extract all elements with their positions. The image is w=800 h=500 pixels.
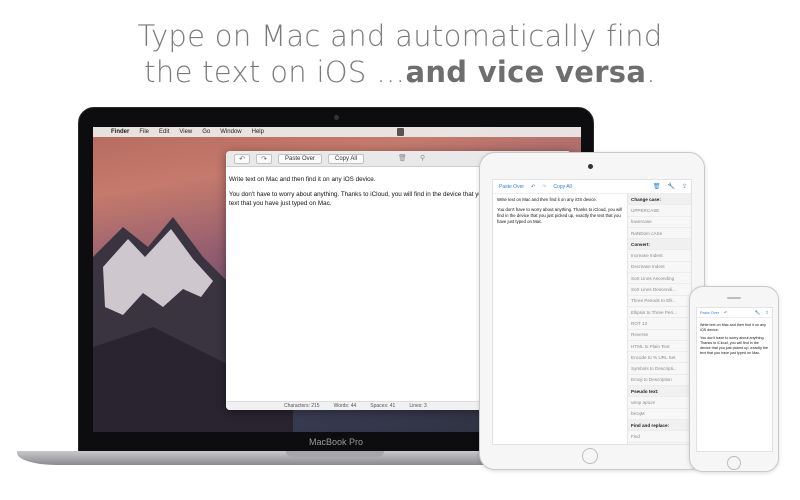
sidebar-action-item[interactable]: uɐop ǝpoɔɐ (628, 397, 691, 409)
status-words: Words: 44 (333, 403, 357, 409)
sidebar-action-item[interactable]: RaNDom cASe (628, 228, 691, 240)
sidebar-action-item[interactable]: Sort Lines Ascending (628, 273, 691, 285)
redo-icon[interactable]: ↷ (256, 153, 272, 164)
headline-line-2-prefix: the text on iOS … (144, 55, 406, 89)
status-lines: Lines: 3 (409, 403, 427, 409)
copy-all-button[interactable]: Copy All (328, 153, 365, 164)
iphone-toolbar: Paste Over ↶ 🔧 ⇪ (697, 308, 772, 318)
search-icon[interactable]: ⚲ (420, 154, 425, 162)
ipad-screen: Paste Over ↶ ↷ Copy All 🗑 🔧 ⇪ Write text… (492, 179, 692, 445)
ipad-camera (588, 164, 593, 169)
status-spaces: Spaces: 41 (370, 403, 396, 409)
sidebar-action-item[interactable]: bɐɔʞM (628, 409, 691, 420)
ipad-actions-sidebar: Change case: UPPERCASE lowercase RaNDom cAS… (627, 194, 691, 444)
iphone-paste-over-button[interactable]: Paste Over (700, 311, 719, 315)
menu-item-help[interactable]: Help (252, 129, 264, 135)
headline-line-1: Type on Mac and automatically find (137, 19, 663, 53)
ipad-wrench-icon[interactable]: 🔧 (667, 183, 674, 190)
sidebar-action-item[interactable]: Three Periods to Elli... (628, 296, 691, 307)
ipad-copy-all-button[interactable]: Copy All (553, 184, 571, 190)
headline-line-2-bold: and vice versa (405, 55, 647, 89)
sidebar-action-item[interactable]: Reverse (628, 330, 691, 341)
ipad: Paste Over ↶ ↷ Copy All 🗑 🔧 ⇪ Write text… (479, 152, 705, 470)
sidebar-action-item[interactable]: UPPERCASE (628, 205, 691, 217)
sidebar-action-item[interactable]: Sort Lines Descendi... (628, 284, 691, 296)
sidebar-action-item[interactable]: ROT 13 (628, 318, 691, 330)
sidebar-section-header: Find and replace: (628, 419, 691, 432)
iphone-paragraph: Write text on Mac and then find it on an… (700, 323, 766, 332)
headline-line-2-suffix: . (646, 55, 656, 89)
sidebar-action-item[interactable]: Find (628, 431, 691, 443)
iphone-screen: Paste Over ↶ 🔧 ⇪ Write text on Mac and t… (696, 307, 773, 452)
iphone-wrench-icon[interactable]: 🔧 (755, 310, 761, 316)
sidebar-action-item[interactable]: Replace (628, 443, 691, 444)
ipad-paste-over-button[interactable]: Paste Over (499, 184, 524, 190)
sidebar-action-item[interactable]: Decrease Indent (628, 262, 691, 274)
menu-item-view[interactable]: View (179, 129, 192, 135)
undo-icon[interactable]: ↶ (234, 153, 250, 164)
ipad-redo-icon[interactable]: ↷ (542, 184, 546, 190)
ipad-share-icon[interactable]: ⇪ (682, 183, 687, 190)
iphone-toolbar-right: 🔧 ⇪ (755, 310, 769, 316)
iphone-share-icon[interactable]: ⇪ (765, 310, 769, 316)
ipad-toolbar: Paste Over ↶ ↷ Copy All 🗑 🔧 ⇪ (493, 180, 691, 194)
sidebar-action-item[interactable]: Ellipsis to Three Peri... (628, 307, 691, 319)
status-characters: Characters: 215 (284, 403, 320, 409)
ipad-toolbar-right: 🗑 🔧 ⇪ (653, 183, 687, 190)
menu-app-name[interactable]: Finder (111, 129, 129, 135)
sidebar-action-item[interactable]: Symbols to Descripti... (628, 363, 691, 375)
ipad-paragraph: Write text on Mac and then find it on an… (497, 197, 597, 202)
sidebar-section-header: Pseudo text: (628, 386, 691, 398)
sidebar-action-item[interactable]: Encode to % URL Set (628, 352, 691, 364)
menu-item-file[interactable]: File (139, 129, 149, 135)
ipad-trash-icon[interactable]: 🗑 (653, 183, 661, 190)
iphone-paragraph: You don't have to worry about anything. … (700, 336, 769, 355)
sidebar-action-item[interactable]: HTML to Plain Text (628, 341, 691, 353)
sidebar-section-header: Convert: (628, 239, 691, 251)
macbook-notch (286, 451, 384, 457)
iphone-home-button[interactable] (727, 456, 741, 470)
paste-over-button[interactable]: Paste Over (278, 153, 323, 164)
menu-item-edit[interactable]: Edit (159, 129, 169, 135)
headline: Type on Mac and automatically find the t… (0, 18, 800, 90)
mac-camera (334, 115, 339, 120)
sidebar-action-item[interactable]: lowercase (628, 217, 691, 228)
ipad-home-button[interactable] (582, 448, 598, 464)
sidebar-section-header: Change case: (628, 194, 691, 206)
ipad-text-area[interactable]: Write text on Mac and then find it on an… (497, 197, 623, 229)
menubar-app-icon[interactable] (397, 128, 404, 136)
sidebar-action-item[interactable]: Emoji to Description (628, 375, 691, 387)
iphone-speaker (727, 297, 741, 299)
macbook-label: MacBook Pro (308, 437, 364, 447)
iphone-text-area[interactable]: Write text on Mac and then find it on an… (697, 318, 772, 364)
menu-item-go[interactable]: Go (202, 129, 210, 135)
ipad-undo-icon[interactable]: ↶ (531, 184, 535, 190)
trash-icon[interactable]: 🗑 (398, 154, 407, 162)
headline-line-2: the text on iOS …and vice versa. (0, 54, 800, 90)
ipad-paragraph: You don't have to worry about anything. … (497, 207, 623, 224)
menu-item-window[interactable]: Window (220, 129, 241, 135)
sidebar-action-item[interactable]: Increase Indent (628, 250, 691, 262)
iphone: Paste Over ↶ 🔧 ⇪ Write text on Mac and t… (689, 286, 779, 472)
iphone-undo-icon[interactable]: ↶ (724, 310, 727, 315)
mac-menubar: Finder File Edit View Go Window Help (93, 127, 581, 137)
